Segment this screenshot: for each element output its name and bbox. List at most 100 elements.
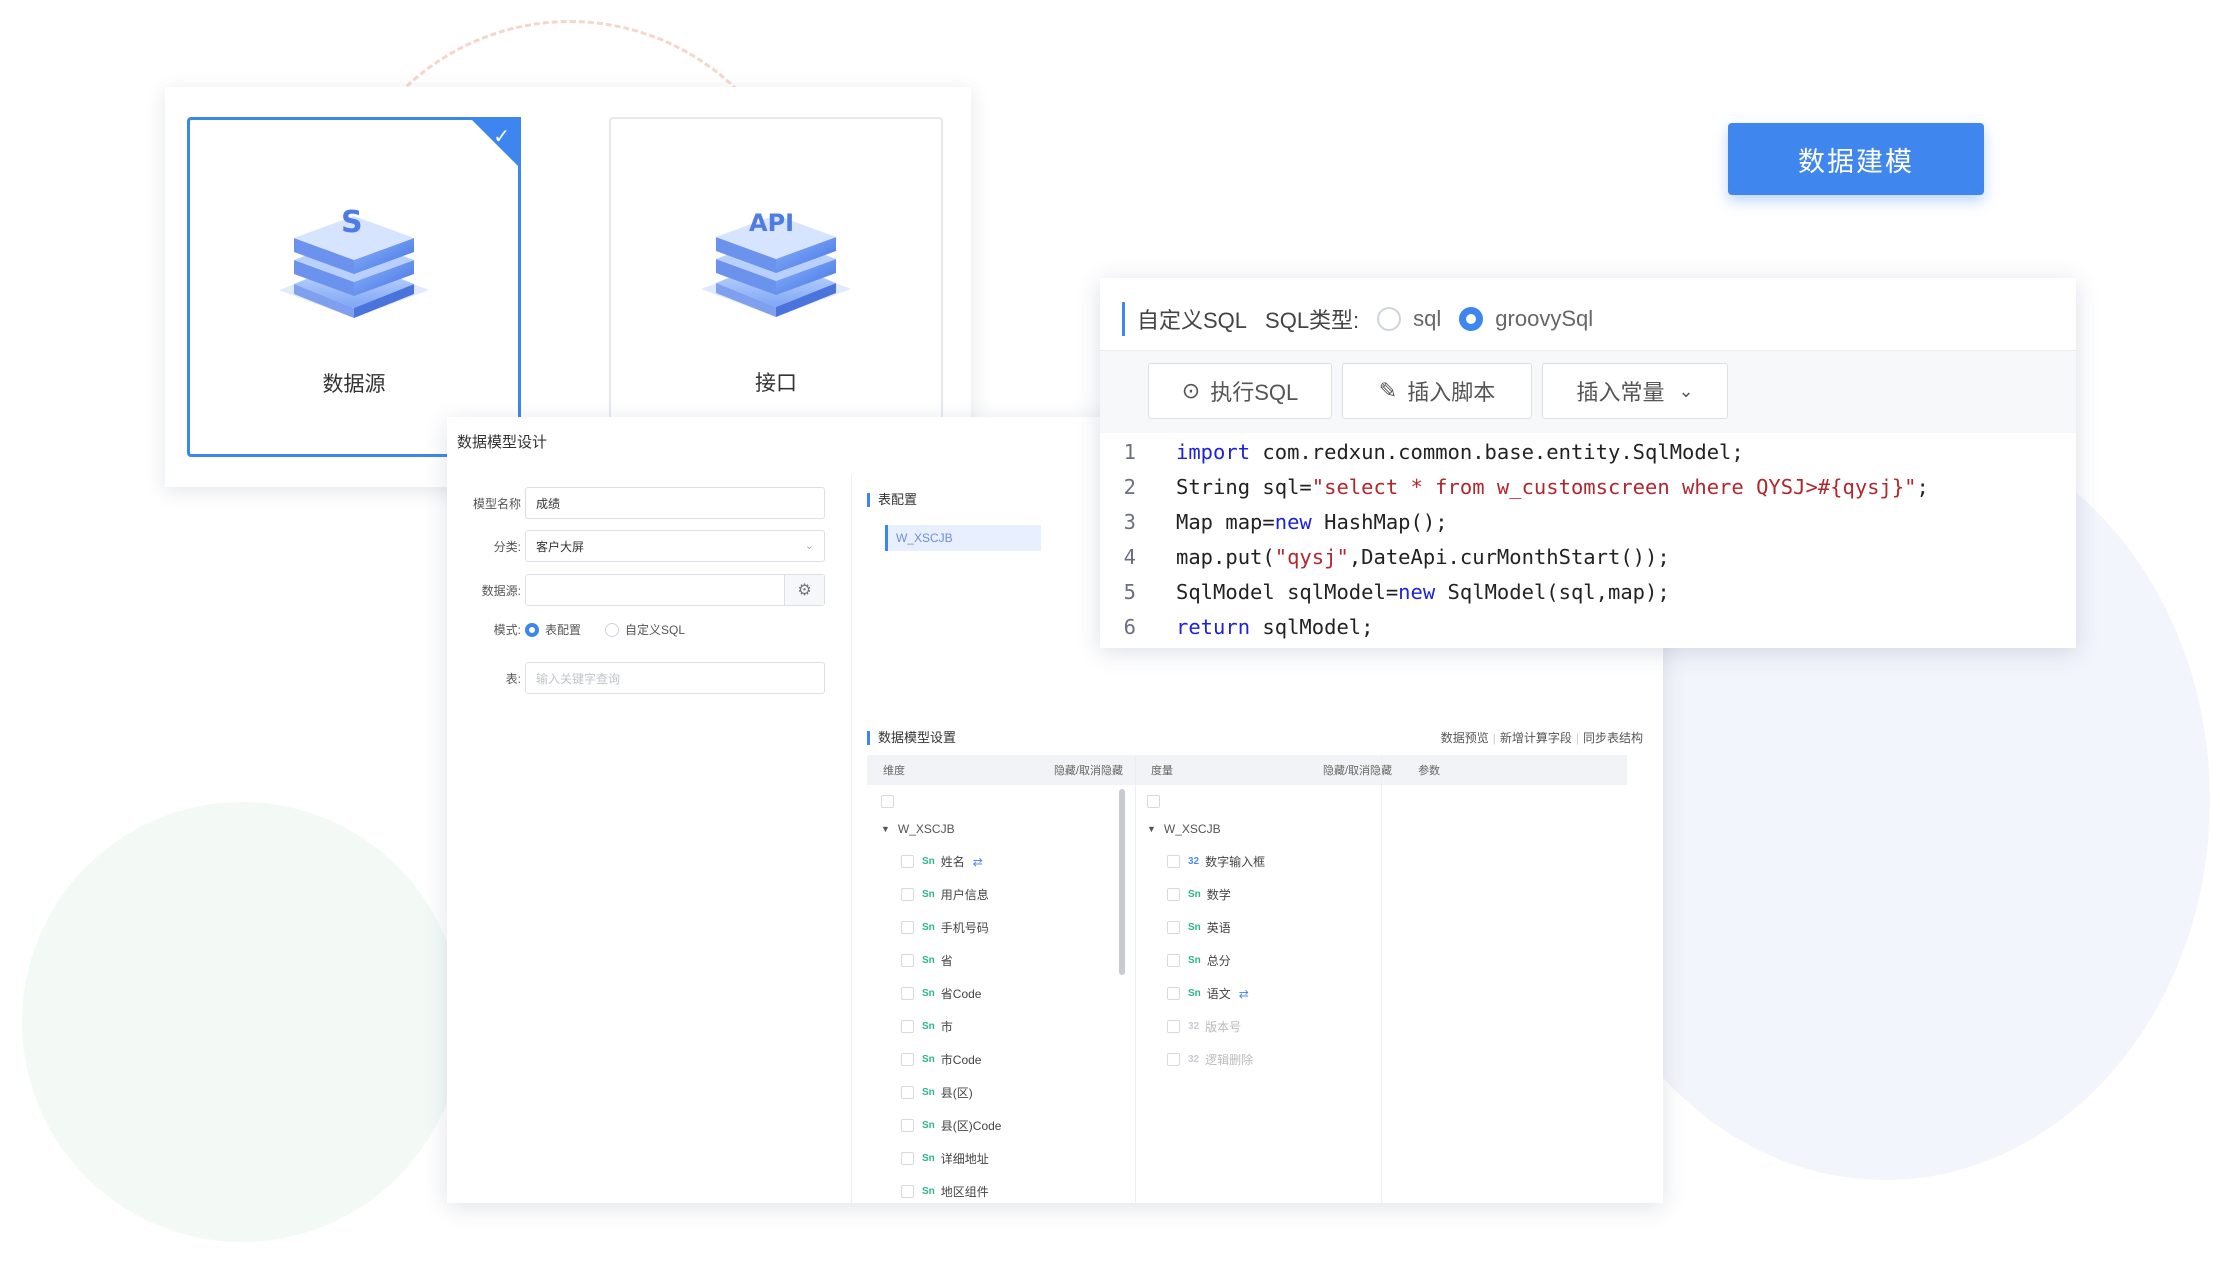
field-checkbox[interactable] (1167, 954, 1180, 967)
field-checkbox[interactable] (901, 888, 914, 901)
tree-item[interactable]: Sn 省Code (881, 977, 1001, 1010)
swap-icon[interactable]: ⇄ (973, 855, 983, 869)
add-computed-field-link[interactable]: 新增计算字段 (1500, 731, 1572, 745)
insert-script-button[interactable]: ✎ 插入脚本 (1342, 363, 1532, 419)
field-label: 逻辑删除 (1205, 1053, 1254, 1067)
code-text: HashMap(); (1311, 509, 1448, 534)
field-checkbox[interactable] (901, 1053, 914, 1066)
gear-icon[interactable]: ⚙ (784, 575, 824, 605)
field-checkbox[interactable] (901, 1020, 914, 1033)
tree-item[interactable]: Sn 姓名 ⇄ (881, 845, 1001, 878)
field-checkbox[interactable] (901, 1152, 914, 1165)
link-separator: | (1492, 731, 1496, 745)
tree-item[interactable]: 32 数字输入框 (1147, 845, 1265, 878)
field-checkbox[interactable] (1167, 987, 1180, 1000)
selected-table-chip[interactable]: W_XSCJB (885, 525, 1041, 551)
mode-radio-table[interactable] (525, 622, 539, 637)
category-select[interactable]: 客户大屏 ⌄ (525, 530, 825, 562)
field-checkbox[interactable] (1167, 1020, 1180, 1033)
field-checkbox[interactable] (901, 1086, 914, 1099)
tree-item[interactable]: Sn 英语 (1147, 911, 1265, 944)
tree-item[interactable]: 32 版本号 (1147, 1010, 1265, 1043)
code-keyword: import (1176, 439, 1251, 464)
sql-type-radio-groovy[interactable] (1459, 307, 1484, 331)
tree-root-label: W_XSCJB (897, 821, 955, 836)
field-label: 用户信息 (940, 888, 989, 902)
field-label: 市Code (940, 1053, 982, 1067)
tree-item[interactable]: Sn 手机号码 (881, 911, 1001, 944)
field-checkbox[interactable] (901, 954, 914, 967)
field-checkbox[interactable] (901, 1119, 914, 1132)
code-line[interactable]: 3 Map map= new HashMap(); (1100, 504, 2076, 539)
code-line[interactable]: 4 map.put("qysj" ,DateApi.curMonthStart())… (1100, 539, 2076, 574)
source-card-api[interactable]: API 接口 (609, 117, 943, 457)
mode-radio-sql[interactable] (605, 622, 620, 637)
select-all-checkbox[interactable] (1147, 794, 1160, 808)
field-checkbox[interactable] (901, 921, 914, 934)
background-circle-green (22, 802, 462, 1242)
model-settings-heading: 数据模型设置 (867, 731, 956, 745)
tree-item[interactable]: Sn 县(区) (881, 1076, 1001, 1109)
model-name-input[interactable]: 成绩 (525, 487, 825, 519)
datasource-input[interactable]: ⚙ (525, 574, 825, 606)
run-sql-button[interactable]: ⊙ 执行SQL (1148, 363, 1332, 419)
tree-item[interactable]: Sn 用户信息 (881, 878, 1001, 911)
insert-constant-dropdown[interactable]: 插入常量 ⌄ (1542, 363, 1728, 419)
sync-schema-link[interactable]: 同步表结构 (1583, 731, 1643, 745)
field-checkbox[interactable] (901, 1185, 914, 1198)
tree-item[interactable]: Sn 地区组件 (881, 1175, 1001, 1203)
preview-link[interactable]: 数据预览 (1441, 731, 1489, 745)
link-separator: | (1575, 731, 1579, 745)
tree-root[interactable]: ▼ W_XSCJB (1147, 812, 1265, 845)
code-line[interactable]: 2 String sql= "select * from w_customscree… (1100, 469, 2076, 504)
tree-item[interactable]: Sn 语文 ⇄ (1147, 977, 1265, 1010)
tree-root[interactable]: ▼ W_XSCJB (881, 812, 1001, 845)
caret-down-icon: ▼ (1147, 823, 1156, 834)
sql-type-option-groovy: groovySql (1495, 306, 1594, 331)
sql-type-radio-sql[interactable] (1377, 307, 1402, 331)
line-number: 6 (1123, 614, 1136, 639)
tree-item[interactable]: Sn 市Code (881, 1043, 1001, 1076)
tree-item[interactable]: Sn 县(区)Code (881, 1109, 1001, 1142)
code-line[interactable]: 6 return sqlModel; (1100, 609, 2076, 644)
tree-item[interactable]: Sn 市 (881, 1010, 1001, 1043)
text-field-icon: Sn (922, 1186, 935, 1197)
swap-icon[interactable]: ⇄ (1239, 987, 1249, 1001)
sql-type-label: SQL类型: (1265, 308, 1360, 333)
tree-item[interactable]: Sn 数学 (1147, 878, 1265, 911)
table-search-input[interactable]: 输入关键字查询 (525, 662, 825, 694)
tree-item[interactable]: Sn 省 (881, 944, 1001, 977)
code-line[interactable]: 5 SqlModel sqlModel= new SqlModel(sql,map)… (1100, 574, 2076, 609)
code-text: String sql= (1176, 474, 1312, 499)
text-field-icon: Sn (922, 955, 935, 966)
dimension-hide-toggle[interactable]: 隐藏/取消隐藏 (1054, 762, 1123, 778)
code-text: ,DateApi.curMonthStart()); (1348, 544, 1670, 569)
field-checkbox[interactable] (1167, 1053, 1180, 1066)
field-checkbox[interactable] (1167, 855, 1180, 868)
settings-links: 数据预览 | 新增计算字段 | 同步表结构 (1441, 729, 1643, 746)
number-field-icon: 32 (1188, 856, 1200, 867)
field-checkbox[interactable] (901, 855, 914, 868)
custom-sql-panel: 自定义SQL SQL类型: sql groovySql ⊙ 执行SQL ✎ 插入脚本… (1100, 278, 2076, 648)
source-card-datasource[interactable]: ✓ S 数据源 (187, 117, 521, 457)
tree-item[interactable]: Sn 详细地址 (881, 1142, 1001, 1175)
dimension-scrollbar[interactable] (1119, 789, 1125, 975)
code-text: Map map= (1176, 509, 1275, 534)
code-editor[interactable]: 1 import com.redxun.common.base.entity.Sq… (1100, 434, 2076, 644)
field-checkbox[interactable] (1167, 921, 1180, 934)
field-label: 姓名 (940, 855, 965, 869)
line-number: 2 (1123, 474, 1136, 499)
tree-item[interactable]: Sn 总分 (1147, 944, 1265, 977)
data-modeling-button[interactable]: 数据建模 (1728, 123, 1984, 195)
param-header-label: 参数 (1418, 765, 1441, 777)
datasource-label: 数据源: (481, 583, 521, 598)
text-field-icon: Sn (922, 1087, 935, 1098)
code-line[interactable]: 1 import com.redxun.common.base.entity.Sq… (1100, 434, 2076, 469)
select-all-checkbox[interactable] (881, 794, 894, 808)
text-field-icon: Sn (922, 889, 935, 900)
field-label: 详细地址 (940, 1152, 989, 1166)
field-checkbox[interactable] (1167, 888, 1180, 901)
field-checkbox[interactable] (901, 987, 914, 1000)
tree-select-all (881, 790, 1001, 812)
tree-item[interactable]: 32 逻辑删除 (1147, 1043, 1265, 1076)
